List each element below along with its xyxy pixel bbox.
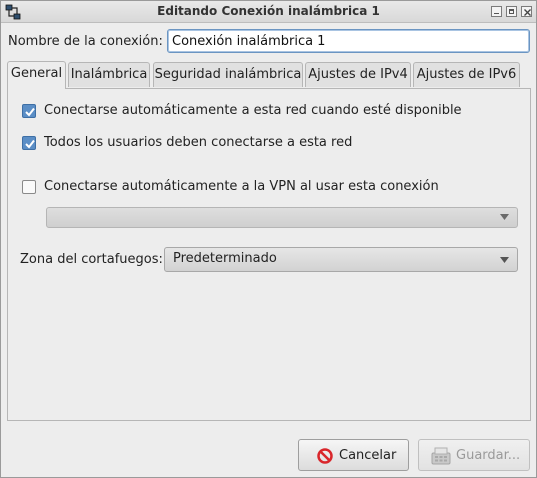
chevron-down-icon <box>500 257 509 263</box>
save-button-label: Guardar... <box>456 448 521 463</box>
save-button[interactable]: Guardar... <box>418 439 530 471</box>
tab-wireless-security[interactable]: Seguridad inalámbrica <box>153 62 303 87</box>
connection-name-input[interactable] <box>167 29 530 53</box>
auto-connect-checkbox[interactable] <box>22 104 36 118</box>
tab-ipv4-settings[interactable]: Ajustes de IPv4 <box>305 62 411 87</box>
all-users-checkbox[interactable] <box>22 136 36 150</box>
tab-wireless[interactable]: Inalámbrica <box>68 62 150 87</box>
cancel-button-label: Cancelar <box>339 448 397 463</box>
connection-name-label: Nombre de la conexión: <box>8 34 163 49</box>
cancel-icon <box>317 448 333 468</box>
tab-ipv6-settings[interactable]: Ajustes de IPv6 <box>413 62 520 87</box>
minimize-icon[interactable] <box>491 6 502 17</box>
firewall-zone-label: Zona del cortafuegos: <box>20 252 163 267</box>
vpn-select[interactable] <box>46 207 518 228</box>
title-bar[interactable]: Editando Conexión inalámbrica 1 <box>1 1 536 23</box>
auto-vpn-label: Conectarse automáticamente a la VPN al u… <box>44 179 439 194</box>
window-title: Editando Conexión inalámbrica 1 <box>157 4 380 18</box>
save-icon <box>431 447 451 469</box>
close-icon[interactable] <box>521 6 532 17</box>
all-users-label: Todos los usuarios deben conectarse a es… <box>44 135 353 150</box>
maximize-icon[interactable] <box>506 6 517 17</box>
firewall-zone-value: Predeterminado <box>173 251 277 266</box>
tab-general[interactable]: General <box>7 61 66 89</box>
firewall-zone-select[interactable]: Predeterminado <box>164 247 518 272</box>
cancel-button[interactable]: Cancelar <box>298 439 409 471</box>
chevron-down-icon <box>500 214 509 220</box>
edit-connection-dialog: Editando Conexión inalámbrica 1 Nombre d… <box>0 0 537 478</box>
auto-connect-label: Conectarse automáticamente a esta red cu… <box>44 103 462 118</box>
auto-vpn-checkbox[interactable] <box>22 180 36 194</box>
